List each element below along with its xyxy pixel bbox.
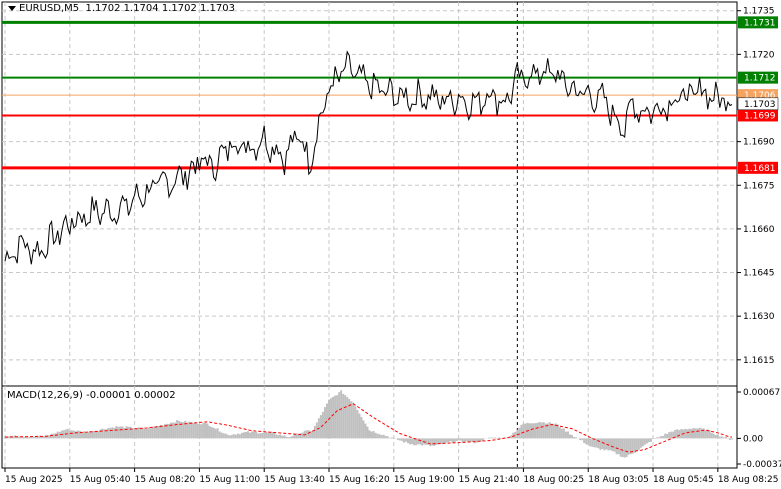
- y-tick-label: 1.1660: [743, 225, 775, 235]
- x-tick-label: 15 Aug 13:40: [264, 475, 325, 485]
- x-tick-label: 18 Aug 08:25: [718, 475, 779, 485]
- y-tick-label: 1.1645: [743, 269, 775, 279]
- x-tick-label: 15 Aug 08:20: [135, 475, 196, 485]
- x-tick-label: 18 Aug 03:05: [588, 475, 649, 485]
- y-tick-label: 1.1675: [743, 181, 775, 191]
- ohlc-readout: 1.1702 1.1704 1.1702 1.1703: [85, 3, 235, 14]
- x-tick-label: 15 Aug 05:40: [70, 475, 131, 485]
- symbol-label: EURUSD,M5: [19, 3, 80, 14]
- x-tick-label: 15 Aug 16:20: [329, 475, 390, 485]
- x-tick-label: 18 Aug 05:45: [653, 475, 714, 485]
- x-tick-label: 15 Aug 19:00: [394, 475, 455, 485]
- y-tick-label: 1.1630: [743, 312, 775, 322]
- y-tick-label: 1.1690: [743, 138, 775, 148]
- x-tick-label: 18 Aug 00:25: [523, 475, 584, 485]
- chart-canvas: 1.1735 1.1720 1.1690 1.1675 1.1660 1.1645 1.16…: [1, 1, 781, 485]
- y-tick-label: 1.1720: [743, 50, 775, 60]
- macd-label: MACD(12,26,9) -0.00001 0.00002: [7, 390, 176, 401]
- level-price-label: 1.1681: [744, 164, 776, 174]
- chart-header: EURUSD,M5 1.1702 1.1704 1.1702 1.1703: [8, 3, 235, 14]
- y-tick-label: 1.1615: [743, 356, 775, 366]
- price-line: [4, 50, 733, 265]
- macd-y-tick-label: 0.00067: [743, 388, 780, 398]
- dropdown-triangle-icon[interactable]: [8, 5, 16, 11]
- main-plot-frame: [1, 1, 738, 387]
- macd-y-tick-label: -0.00037: [743, 460, 781, 470]
- x-tick-label: 15 Aug 2025: [5, 475, 63, 485]
- x-tick-label: 15 Aug 21:40: [459, 475, 520, 485]
- level-price-label: 1.1712: [744, 74, 776, 84]
- level-price-label: 1.1731: [744, 18, 776, 28]
- x-tick-label: 15 Aug 11:00: [199, 475, 260, 485]
- y-tick-label: 1.1735: [743, 7, 775, 17]
- level-price-label: 1.1699: [744, 111, 776, 121]
- macd-y-tick-label: 0.00: [743, 434, 763, 444]
- current-price-label: 1.1703: [744, 100, 776, 110]
